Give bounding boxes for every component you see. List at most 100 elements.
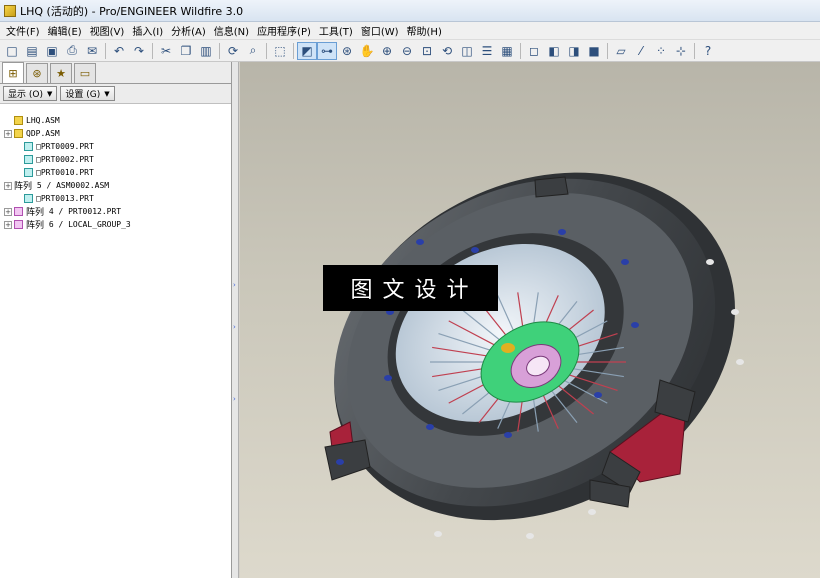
layers-tab-icon[interactable]: ⊛: [26, 63, 48, 83]
menu-bar: 文件(F) 编辑(E) 视图(V) 插入(I) 分析(A) 信息(N) 应用程序(P) 工具(…: [0, 22, 820, 40]
bolt: [731, 309, 739, 315]
open-icon[interactable]: ▤: [22, 42, 42, 60]
tree-node[interactable]: □PRT0002.PRT: [4, 153, 231, 166]
find-icon[interactable]: ⌕: [243, 42, 263, 60]
watermark-label: 图文设计: [323, 265, 498, 311]
toolbar-separator: [293, 42, 294, 59]
datum-axes-icon[interactable]: ⁄: [631, 42, 651, 60]
tree-node-label: 4 / PRT0012.PRT: [48, 207, 122, 216]
menu-item-7[interactable]: 工具(T): [315, 23, 357, 38]
sketch-plane-icon[interactable]: ◩: [297, 41, 317, 60]
folder-browser-icon[interactable]: ▭: [74, 63, 96, 83]
copy-icon[interactable]: ❐: [176, 42, 196, 60]
redo-icon[interactable]: ↷: [129, 42, 149, 60]
part-icon: [24, 155, 33, 164]
context-help-icon[interactable]: ?: [698, 42, 718, 60]
wireframe-icon[interactable]: ◻: [524, 42, 544, 60]
bolt: [588, 509, 596, 515]
favorites-tab-icon[interactable]: ★: [50, 63, 72, 83]
menu-item-5[interactable]: 信息(N): [210, 23, 253, 38]
paste-icon[interactable]: ▥: [196, 42, 216, 60]
no-hidden-icon[interactable]: ◨: [564, 42, 584, 60]
menu-item-4[interactable]: 分析(A): [167, 23, 210, 38]
layers-icon[interactable]: ☰: [477, 42, 497, 60]
new-icon[interactable]: □: [2, 42, 22, 60]
assembly-icon: [14, 116, 23, 125]
tree-node[interactable]: + QDP.ASM: [4, 127, 231, 140]
select-box-icon[interactable]: ⬚: [270, 42, 290, 60]
saved-views-icon[interactable]: ◫: [457, 42, 477, 60]
expand-icon[interactable]: +: [4, 181, 12, 190]
bolt: [706, 259, 714, 265]
toolbar-separator: [152, 42, 153, 59]
splitter-arrow-icon: ›: [233, 281, 236, 289]
bolt: [384, 375, 392, 381]
app-icon: [4, 4, 16, 17]
navigator-tabs: ⊞ ⊛ ★ ▭: [0, 62, 231, 84]
chevron-down-icon: ▼: [46, 89, 53, 98]
settings-dropdown[interactable]: 设置 (G) ▼: [60, 86, 115, 101]
undo-icon[interactable]: ↶: [109, 42, 129, 60]
zoom-in-icon[interactable]: ⊕: [377, 42, 397, 60]
navigator-panel: ⊞ ⊛ ★ ▭ 显示 (O) ▼ 设置 (G) ▼ LHQ.ASM + QDP.ASM □P…: [0, 62, 232, 578]
tree-node[interactable]: + 阵列 4 / PRT0012.PRT: [4, 205, 231, 218]
coordinate-systems-icon[interactable]: ⊹: [671, 42, 691, 60]
show-dropdown[interactable]: 显示 (O) ▼: [3, 86, 58, 101]
model-tree-icon[interactable]: ⊞: [2, 62, 24, 83]
toolbar-separator: [520, 42, 521, 59]
print-icon[interactable]: ⎙: [62, 42, 82, 60]
zoom-out-icon[interactable]: ⊖: [397, 42, 417, 60]
chevron-down-icon: ▼: [104, 89, 110, 98]
tree-node[interactable]: □PRT0009.PRT: [4, 140, 231, 153]
spin-center-icon[interactable]: ⊛: [337, 42, 357, 60]
tree-node[interactable]: LHQ.ASM: [4, 114, 231, 127]
tree-node-type: 阵列: [26, 208, 45, 218]
menu-item-9[interactable]: 帮助(H): [403, 23, 446, 38]
tree-node[interactable]: □PRT0013.PRT: [4, 192, 231, 205]
tree-node-label: 6 / LOCAL_GROUP_3: [48, 220, 131, 229]
menu-item-3[interactable]: 插入(I): [128, 23, 167, 38]
toolbar-separator: [219, 42, 220, 59]
settings-dropdown-label: 设置 (G): [65, 90, 101, 100]
pan-icon[interactable]: ✋: [357, 42, 377, 60]
main-toolbar: □ ▤ ▣ ⎙ ✉ ↶ ↷ ✂ ❐ ▥ ⟳ ⌕ ⬚ ◩ ⊶ ⊛ ✋ ⊕ ⊖ ⊡ ⟲ ◫ ☰ ▦ ◻ ◧ ◨ ■ ▱ ⁄ ⁘ ⊹?: [0, 40, 820, 62]
datum-display-icon[interactable]: ⊶: [317, 41, 337, 60]
menu-item-2[interactable]: 视图(V): [86, 23, 129, 38]
regenerate-icon[interactable]: ⟳: [223, 42, 243, 60]
bolt: [558, 229, 566, 235]
expand-icon[interactable]: +: [4, 129, 12, 138]
bolt: [736, 359, 744, 365]
expand-icon[interactable]: +: [4, 220, 12, 229]
panel-splitter[interactable]: › › ›: [232, 62, 239, 578]
tree-node[interactable]: + 阵列 5 / ASM0002.ASM: [4, 179, 231, 192]
graphics-viewport[interactable]: 图文设计: [240, 62, 820, 578]
save-icon[interactable]: ▣: [42, 42, 62, 60]
email-icon[interactable]: ✉: [82, 42, 102, 60]
tree-node[interactable]: + 阵列 6 / LOCAL_GROUP_3: [4, 218, 231, 231]
tree-node[interactable]: □PRT0010.PRT: [4, 166, 231, 179]
hidden-line-icon[interactable]: ◧: [544, 42, 564, 60]
menu-item-6[interactable]: 应用程序(P): [253, 23, 315, 38]
menu-item-0[interactable]: 文件(F): [2, 23, 44, 38]
mount-lug: [534, 176, 569, 198]
part-icon: [24, 194, 33, 203]
pattern-icon: [14, 207, 23, 216]
menu-item-8[interactable]: 窗口(W): [357, 23, 403, 38]
splitter-arrow-icon: ›: [233, 395, 236, 403]
shading-icon[interactable]: ■: [584, 42, 604, 60]
refit-icon[interactable]: ⊡: [417, 42, 437, 60]
expand-icon[interactable]: +: [4, 207, 12, 216]
title-bar: LHQ (活动的) - Pro/ENGINEER Wildfire 3.0: [0, 0, 820, 22]
tree-filter-bar: 显示 (O) ▼ 设置 (G) ▼: [0, 84, 231, 104]
datum-planes-icon[interactable]: ▱: [611, 42, 631, 60]
reorient-icon[interactable]: ⟲: [437, 42, 457, 60]
bolt: [594, 392, 602, 398]
toolbar-separator: [607, 42, 608, 59]
menu-item-1[interactable]: 编辑(E): [44, 23, 86, 38]
view-manager-icon[interactable]: ▦: [497, 42, 517, 60]
cut-icon[interactable]: ✂: [156, 42, 176, 60]
datum-points-icon[interactable]: ⁘: [651, 42, 671, 60]
